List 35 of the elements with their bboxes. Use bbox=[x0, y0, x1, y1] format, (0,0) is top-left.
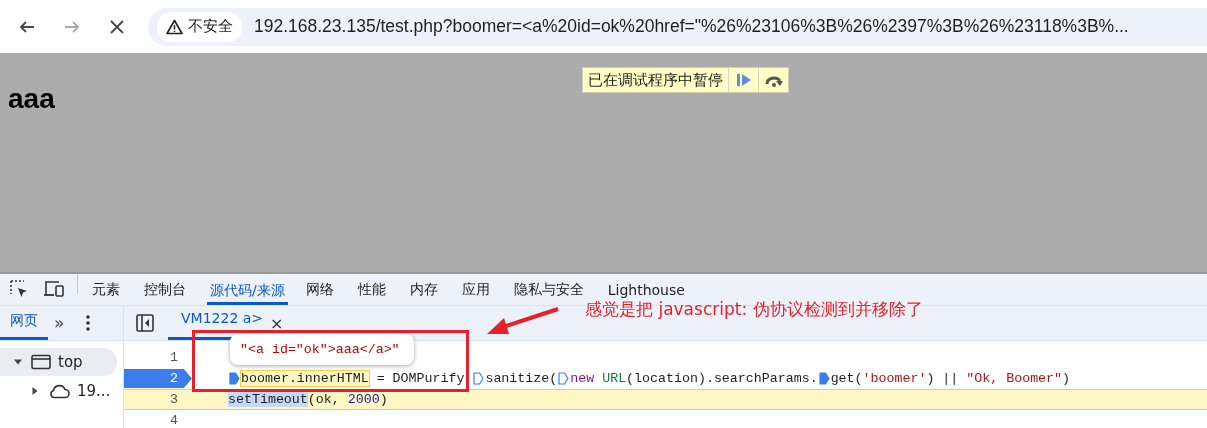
code-line: boomer.innerHTML = DOMPurify sanitize( new URL(location).searchParams. get('boomer') || "Ok, Boomer") bbox=[228, 371, 1071, 386]
breakpoint-marker-icon[interactable] bbox=[818, 372, 830, 385]
value-tooltip: "<a id="ok">aaa</a>" bbox=[230, 334, 414, 365]
device-toolbar-icon[interactable] bbox=[43, 280, 65, 298]
address-bar[interactable]: 不安全 192.168.23.135/test.php?boomer=<a%20id=ok%20href="%26%23106%3B%26%2397%3B%26%23118%3B%... bbox=[148, 7, 1207, 46]
devtools-tab[interactable]: 隐私与安全 bbox=[513, 280, 584, 300]
collapsed-triangle-icon[interactable] bbox=[31, 387, 39, 395]
devtools-tab[interactable]: 应用 bbox=[461, 280, 490, 300]
breakpoint-line-number[interactable]: 2 bbox=[124, 369, 192, 388]
line-number[interactable]: 4 bbox=[124, 411, 192, 428]
paused-label: 已在调试程序中暂停 bbox=[587, 69, 724, 91]
inspect-icon[interactable] bbox=[10, 280, 29, 299]
close-icon bbox=[108, 17, 126, 36]
devtools-tab[interactable]: 性能 bbox=[357, 280, 386, 300]
annotation-text: 感觉是把 javascript: 伪协议检测到并移除了 bbox=[585, 298, 923, 321]
warning-icon bbox=[166, 18, 183, 35]
navigator-tab[interactable]: 网页 bbox=[0, 306, 48, 340]
code-line: setTimeout(ok, 2000) bbox=[228, 392, 388, 407]
cloud-icon bbox=[48, 383, 70, 399]
url-text: 192.168.23.135/test.php?boomer=<a%20id=ok%20href="%26%23106%3B%26%2397%3B%26%23118%3B%... bbox=[254, 16, 1129, 37]
tree-item[interactable]: top bbox=[0, 348, 117, 376]
devtools-tab[interactable]: 元素 bbox=[92, 280, 120, 300]
devtools-tab[interactable]: 内存 bbox=[409, 280, 438, 300]
resume-icon bbox=[734, 73, 753, 87]
devtools-tab[interactable]: 网络 bbox=[305, 280, 334, 300]
more-tabs-icon[interactable]: » bbox=[54, 306, 65, 340]
window-icon bbox=[31, 354, 51, 370]
line-number[interactable]: 1 bbox=[124, 348, 192, 367]
devtools-tab[interactable]: 控制台 bbox=[144, 280, 186, 300]
tree-item[interactable]: 19... bbox=[0, 377, 117, 405]
page-heading: aaa bbox=[8, 83, 55, 115]
expanded-triangle-icon[interactable] bbox=[14, 358, 22, 366]
security-chip[interactable]: 不安全 bbox=[157, 11, 242, 42]
devtools-tab[interactable]: Lighthouse bbox=[607, 280, 685, 300]
line-number[interactable]: 3 bbox=[124, 390, 192, 409]
